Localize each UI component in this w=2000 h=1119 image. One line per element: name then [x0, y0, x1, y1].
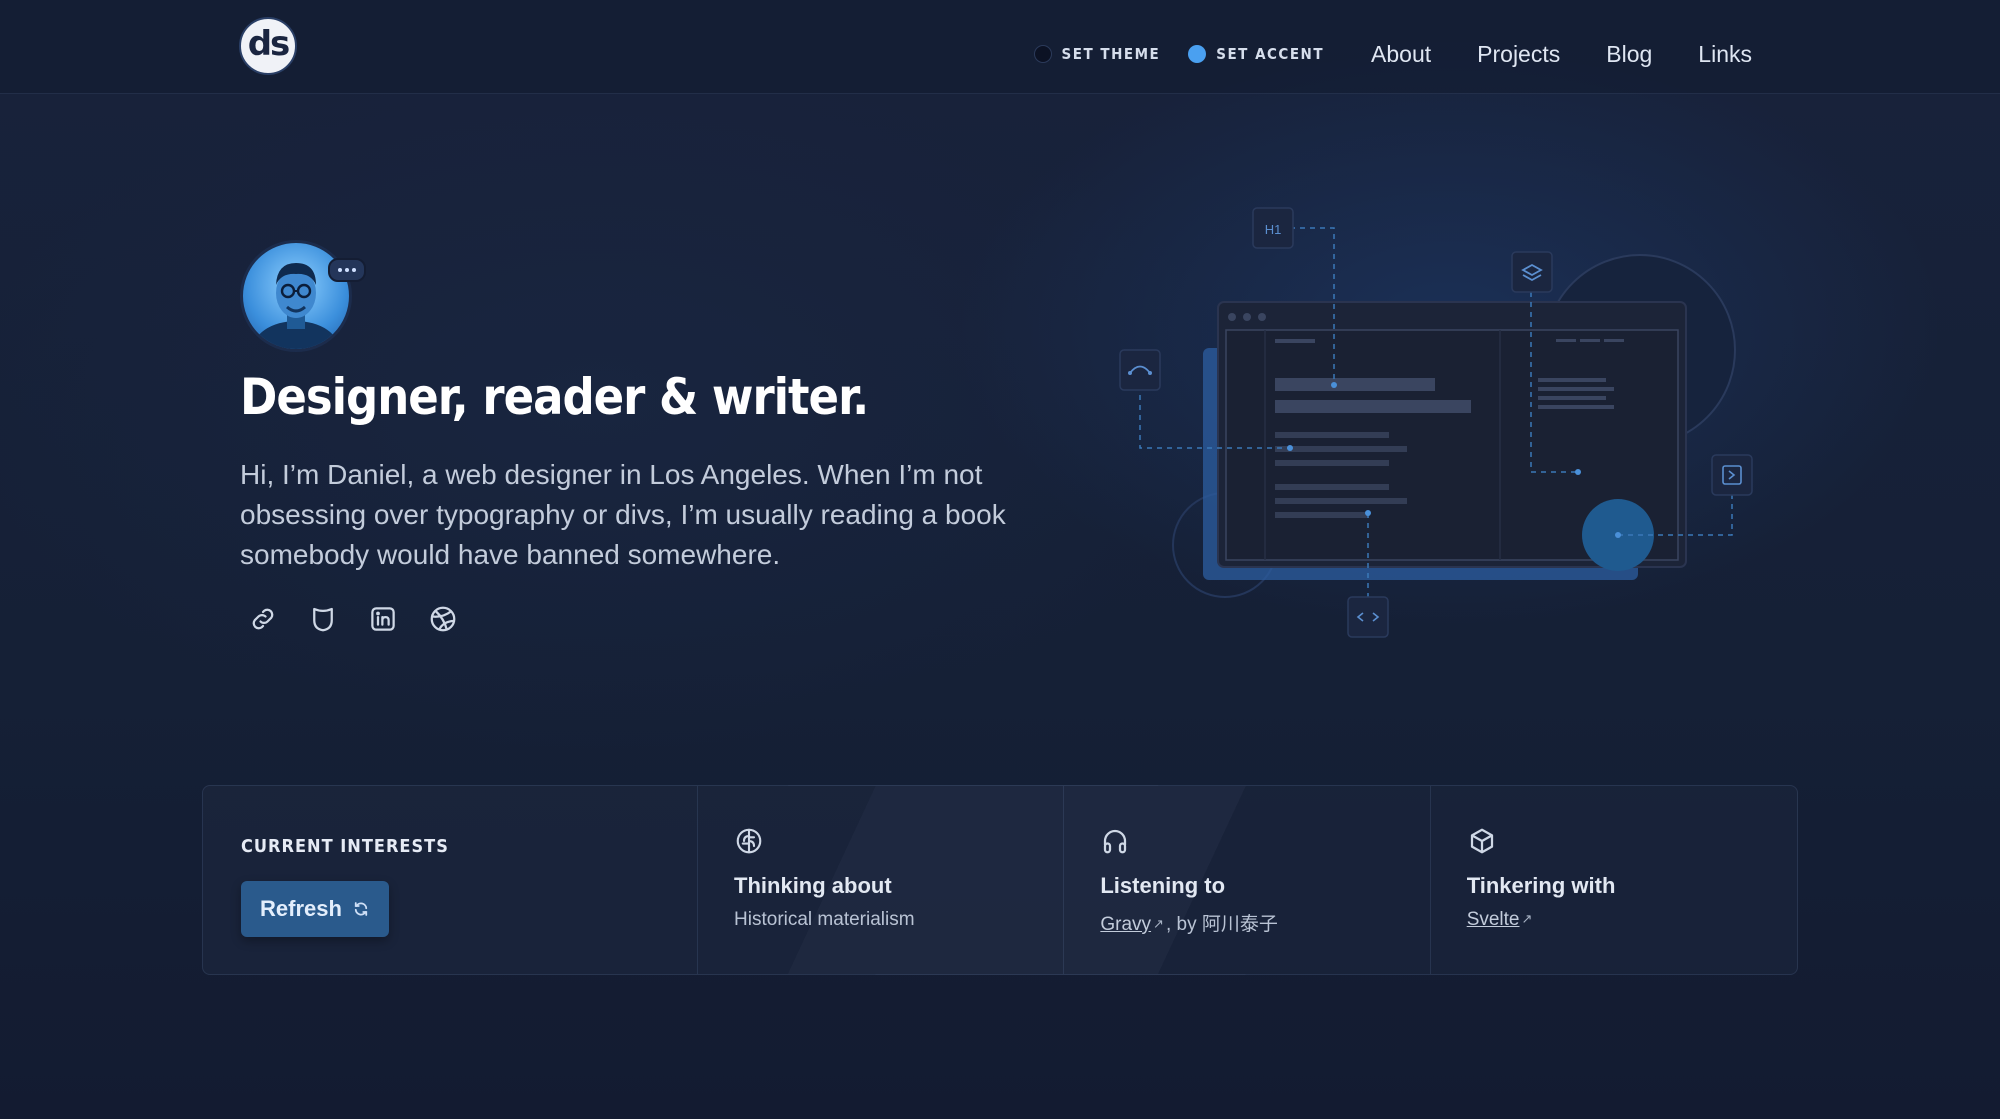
nav-about[interactable]: About — [1371, 41, 1431, 68]
current-interests-label: CURRENT INTERESTS — [241, 836, 449, 857]
thinking-about-value: Historical materialism — [734, 909, 915, 930]
h1-tag-label: H1 — [1265, 222, 1282, 237]
social-link-website[interactable] — [244, 600, 282, 638]
accent-dot-icon — [1188, 45, 1207, 63]
main-nav: SET THEME SET ACCENT About Projects Blog… — [1033, 28, 1752, 80]
track-link[interactable]: Gravy — [1100, 914, 1151, 935]
refresh-label: Refresh — [260, 896, 342, 921]
social-links — [244, 600, 484, 638]
track-artist: 阿川泰子 — [1201, 914, 1278, 935]
avatar — [240, 240, 352, 352]
logo-text: ds — [247, 24, 291, 64]
hero-intro: Hi, I’m Daniel, a web designer in Los An… — [240, 459, 1006, 570]
cube-icon — [1470, 828, 1493, 854]
set-accent-button[interactable]: SET ACCENT — [1188, 45, 1324, 63]
thinking-about-title: Thinking about — [734, 873, 892, 898]
logo[interactable]: ds — [239, 17, 297, 75]
brain-icon — [736, 828, 762, 854]
tinkering-with-title: Tinkering with — [1466, 873, 1616, 898]
set-theme-button[interactable]: SET THEME — [1033, 45, 1161, 63]
listening-to-cell: Listening to Gravy ↗, by 阿川泰子 — [1064, 786, 1431, 974]
headphones-icon — [1104, 829, 1127, 854]
thinking-about-cell: Thinking about Historical materialism — [698, 786, 1065, 974]
track-by: , by — [1165, 914, 1202, 935]
page: ds SET THEME SET ACCENT About Projects B… — [0, 0, 2000, 1119]
dribbble-icon — [430, 606, 456, 632]
set-theme-label: SET THEME — [1061, 45, 1161, 63]
avatar-more-badge[interactable] — [328, 258, 366, 282]
tinkering-with-cell: Tinkering with Svelte ↗ — [1431, 786, 1797, 974]
current-interests-panel: CURRENT INTERESTS Refresh Thinking about… — [202, 785, 1798, 975]
nav-links[interactable]: Links — [1698, 41, 1752, 68]
theme-dot-icon — [1033, 45, 1052, 63]
hero-title: Designer, reader & writer. — [240, 368, 869, 426]
listening-to-title: Listening to — [1100, 873, 1226, 898]
nav-blog[interactable]: Blog — [1606, 41, 1652, 68]
refresh-button[interactable]: Refresh — [241, 881, 389, 937]
refresh-icon — [354, 902, 368, 916]
external-link-icon: ↗ — [1521, 911, 1533, 926]
social-link-dribbble[interactable] — [424, 600, 462, 638]
linkedin-icon — [371, 607, 395, 631]
listening-to-value: Gravy ↗, by 阿川泰子 — [1100, 909, 1393, 936]
interests-header-cell: CURRENT INTERESTS Refresh — [203, 786, 699, 974]
mastodon-icon — [313, 607, 333, 632]
tinkering-with-value: Svelte ↗ — [1467, 909, 1761, 931]
social-link-mastodon[interactable] — [304, 600, 342, 638]
link-icon — [252, 608, 274, 630]
social-link-linkedin[interactable] — [364, 600, 402, 638]
external-link-icon: ↗ — [1153, 916, 1164, 931]
hero-illustration: H1 — [1119, 207, 1753, 638]
site-header: ds SET THEME SET ACCENT About Projects B… — [0, 0, 2000, 94]
set-accent-label: SET ACCENT — [1216, 45, 1325, 63]
nav-projects[interactable]: Projects — [1477, 41, 1560, 68]
svelte-link[interactable]: Svelte — [1467, 909, 1520, 930]
